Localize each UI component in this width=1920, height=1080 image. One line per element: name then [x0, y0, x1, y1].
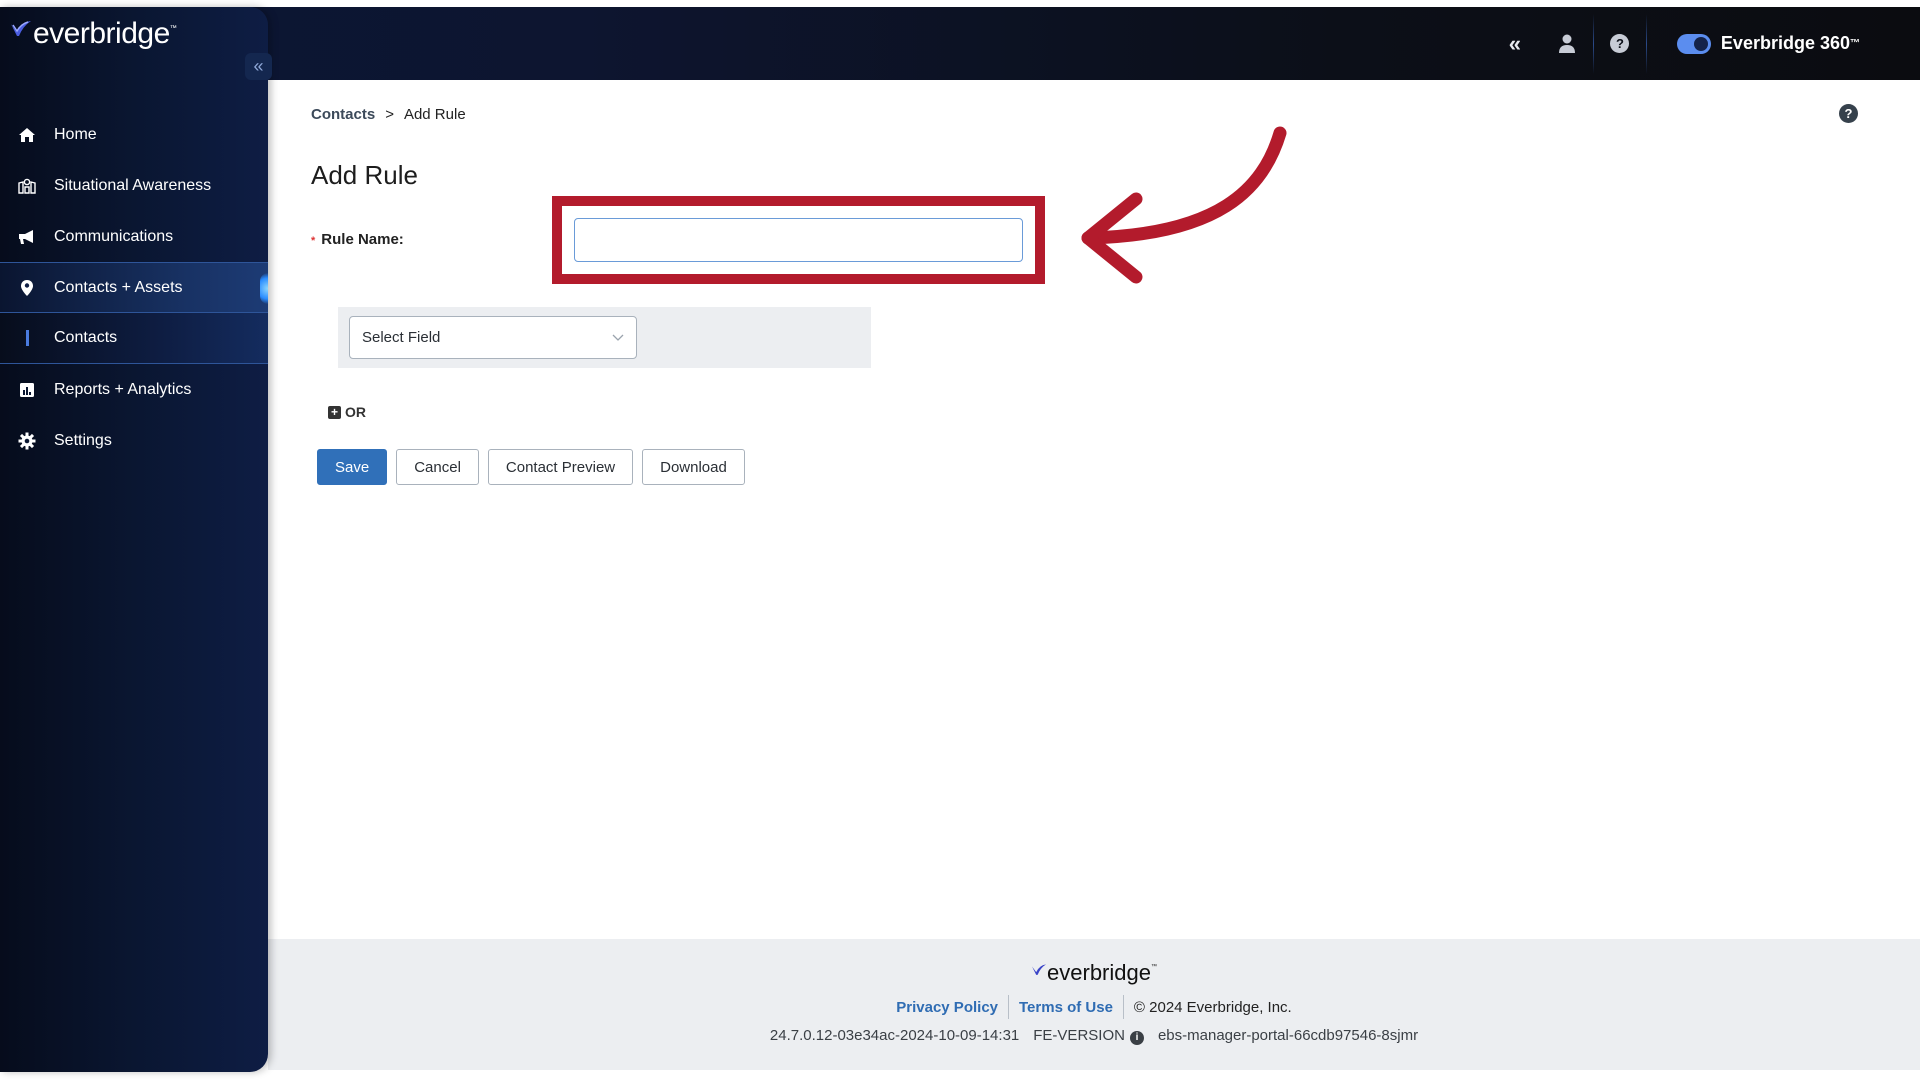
topbar-actions: « ? Everbridge 360 ™	[1489, 7, 1920, 80]
help-icon: ?	[1610, 34, 1630, 53]
footer-links: Privacy Policy Terms of Use © 2024 Everb…	[268, 995, 1920, 1019]
logo-text: everbridge	[33, 17, 170, 50]
required-marker: *	[311, 235, 316, 247]
everbridge-checkmark-icon	[1032, 964, 1047, 975]
double-chevron-left-icon: «	[1508, 30, 1522, 56]
fe-version-label: FE-VERSION	[1033, 1027, 1125, 1044]
user-menu-button[interactable]	[1541, 7, 1593, 80]
trademark: ™	[1150, 964, 1157, 970]
sidebar-item-label: Home	[54, 125, 97, 143]
main-content: Contacts > Add Rule ? Add Rule * Rule Nam…	[268, 80, 1920, 939]
contact-preview-button[interactable]: Contact Preview	[487, 449, 634, 485]
rule-name-input[interactable]	[574, 218, 1023, 262]
download-button[interactable]: Download	[642, 449, 745, 485]
sidebar-item-label: Settings	[54, 431, 112, 449]
trademark: ™	[169, 25, 177, 32]
footer: everbridge ™ Privacy Policy Terms of Use …	[268, 939, 1920, 1070]
annotation-arrow-icon	[1081, 126, 1287, 284]
help-button[interactable]: ?	[1594, 7, 1646, 80]
action-buttons: Save Cancel Contact Preview Download	[317, 449, 745, 485]
copyright-text: © 2024 Everbridge, Inc.	[1133, 998, 1292, 1016]
sidebar-collapse-button[interactable]: «	[245, 53, 272, 80]
location-pin-icon	[18, 279, 36, 297]
terms-of-use-link[interactable]: Terms of Use	[1009, 999, 1123, 1016]
page-title: Add Rule	[311, 160, 418, 190]
everbridge-360-toggle[interactable]: Everbridge 360 ™	[1647, 7, 1920, 80]
everbridge-logo[interactable]: everbridge ™	[10, 17, 177, 51]
add-or-condition-button[interactable]: + OR	[328, 404, 366, 420]
sidebar-item-contacts[interactable]: Contacts	[0, 313, 268, 364]
sidebar-item-home[interactable]: Home	[0, 109, 268, 160]
rule-name-label-text: Rule Name:	[321, 231, 404, 248]
sidebar-item-settings[interactable]: Settings	[0, 415, 268, 466]
build-version: 24.7.0.12-03e34ac-2024-10-09-14:31	[769, 1027, 1020, 1045]
footer-logo: everbridge ™	[268, 960, 1920, 986]
megaphone-icon	[18, 228, 36, 246]
sidebar-nav: Home Situational Awareness Communication…	[0, 109, 268, 466]
breadcrumb-separator: >	[385, 106, 394, 123]
user-icon	[1558, 34, 1575, 53]
sidebar-item-contacts-assets[interactable]: Contacts + Assets	[0, 262, 268, 313]
chevron-down-icon	[612, 334, 624, 341]
product-label: Everbridge 360	[1720, 33, 1850, 53]
select-field-placeholder: Select Field	[362, 329, 441, 346]
save-button[interactable]: Save	[317, 449, 388, 485]
breadcrumb-current: Add Rule	[403, 106, 466, 123]
toggle-switch[interactable]	[1676, 33, 1711, 54]
or-label: OR	[345, 404, 366, 420]
active-indicator	[26, 330, 29, 346]
sidebar-item-label: Situational Awareness	[54, 176, 212, 194]
footer-logo-text: everbridge	[1047, 960, 1151, 985]
fe-version: FE-VERSION i	[1033, 1027, 1144, 1045]
breadcrumb: Contacts > Add Rule	[311, 106, 466, 123]
info-icon[interactable]: i	[1129, 1030, 1144, 1045]
sidebar-item-situational-awareness[interactable]: Situational Awareness	[0, 160, 268, 211]
plus-square-icon: +	[328, 405, 341, 419]
page-help-icon[interactable]: ?	[1839, 104, 1858, 123]
sidebar-item-communications[interactable]: Communications	[0, 211, 268, 262]
privacy-policy-link[interactable]: Privacy Policy	[886, 999, 1008, 1016]
sidebar-item-label: Contacts + Assets	[54, 278, 183, 296]
select-field-dropdown[interactable]: Select Field	[349, 316, 637, 359]
collapse-nav-button[interactable]: «	[1489, 7, 1541, 80]
sidebar-item-label: Reports + Analytics	[54, 380, 192, 398]
everbridge-checkmark-icon	[11, 21, 31, 36]
home-icon	[18, 126, 36, 144]
rule-name-label: * Rule Name:	[311, 231, 404, 248]
chart-icon	[18, 381, 36, 399]
breadcrumb-contacts-link[interactable]: Contacts	[311, 106, 375, 123]
version-info: 24.7.0.12-03e34ac-2024-10-09-14:31 FE-VE…	[268, 1027, 1920, 1045]
top-bar: « ? Everbridge 360 ™	[0, 7, 1920, 80]
trademark: ™	[1850, 38, 1860, 49]
pod-name: ebs-manager-portal-66cdb97546-8sjmr	[1157, 1027, 1419, 1045]
condition-panel: Select Field	[338, 307, 871, 368]
sidebar-item-label: Contacts	[54, 329, 118, 346]
sidebar-item-reports-analytics[interactable]: Reports + Analytics	[0, 364, 268, 415]
map-icon	[18, 177, 36, 195]
sidebar-item-label: Communications	[54, 227, 174, 245]
gear-icon	[18, 432, 36, 450]
double-chevron-left-icon: «	[253, 56, 264, 76]
cancel-button[interactable]: Cancel	[396, 449, 479, 485]
sidebar: everbridge ™ Home Situational Awareness C…	[0, 7, 268, 1072]
